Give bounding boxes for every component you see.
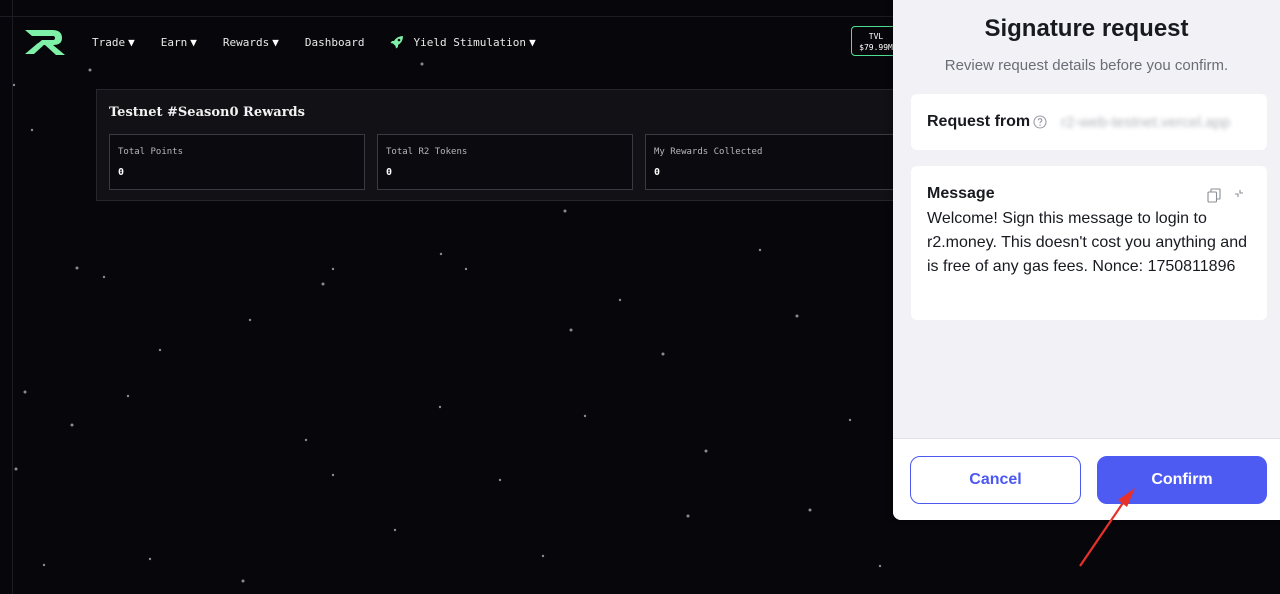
stat-total-r2-tokens: Total R2 Tokens 0 xyxy=(377,134,633,190)
nav-earn-label: Earn xyxy=(160,35,188,49)
help-icon[interactable] xyxy=(1033,115,1047,129)
panel-title: Signature request xyxy=(984,15,1189,42)
caret-down-icon: ▼ xyxy=(529,35,536,49)
message-text: Welcome! Sign this message to login to r… xyxy=(927,210,1247,275)
rewards-card: Testnet #Season0 Rewards Total Points 0 … xyxy=(96,89,906,201)
request-from-value: r2-web-testnet.vercel.app xyxy=(1061,114,1231,131)
nav-yield-stimulation-label: Yield Stimulation xyxy=(413,35,527,49)
stat-value: 0 xyxy=(118,167,125,178)
nav-trade-label: Trade xyxy=(92,35,126,49)
panel-subtitle: Review request details before you confir… xyxy=(944,57,1229,74)
request-from-label: Request from xyxy=(927,113,1031,130)
message-label: Message xyxy=(927,185,995,202)
caret-down-icon: ▼ xyxy=(190,35,197,49)
request-from-card: Request from r2-web-testnet.vercel.app xyxy=(911,94,1267,150)
collapse-icon[interactable] xyxy=(1233,188,1245,200)
nav-trade[interactable]: Trade ▼ xyxy=(92,36,135,49)
stat-total-points: Total Points 0 xyxy=(109,134,365,190)
nav-earn[interactable]: Earn ▼ xyxy=(161,36,197,49)
panel-footer: Cancel Confirm xyxy=(893,438,1280,520)
frame-line-left xyxy=(12,0,13,594)
nav-rewards-label: Rewards xyxy=(222,35,270,49)
cancel-button[interactable]: Cancel xyxy=(910,456,1081,504)
caret-down-icon: ▼ xyxy=(272,35,279,49)
signature-request-panel: Signature request Review request details… xyxy=(893,0,1280,520)
stat-my-rewards-collected: My Rewards Collected 0 xyxy=(645,134,901,190)
rocket-icon xyxy=(390,36,404,49)
stat-label: My Rewards Collected xyxy=(654,147,763,157)
confirm-button[interactable]: Confirm xyxy=(1097,456,1267,504)
stat-value: 0 xyxy=(654,167,661,178)
stat-value: 0 xyxy=(386,167,393,178)
nav-dashboard[interactable]: Dashboard xyxy=(305,36,365,49)
copy-icon[interactable] xyxy=(1207,188,1221,203)
caret-down-icon: ▼ xyxy=(128,35,135,49)
nav-yield-stimulation[interactable]: Yield Stimulation ▼ xyxy=(390,35,536,49)
message-card: Message Welcome! Sign this message to lo… xyxy=(911,166,1267,320)
stat-label: Total R2 Tokens xyxy=(386,147,468,157)
r2-logo-icon[interactable] xyxy=(22,27,68,57)
top-nav: Trade ▼ Earn ▼ Rewards ▼ Dashboard Yield… xyxy=(22,26,562,58)
nav-dashboard-label: Dashboard xyxy=(304,35,365,49)
rewards-title: Testnet #Season0 Rewards xyxy=(109,105,305,120)
nav-rewards[interactable]: Rewards ▼ xyxy=(223,36,279,49)
stat-label: Total Points xyxy=(118,147,184,157)
